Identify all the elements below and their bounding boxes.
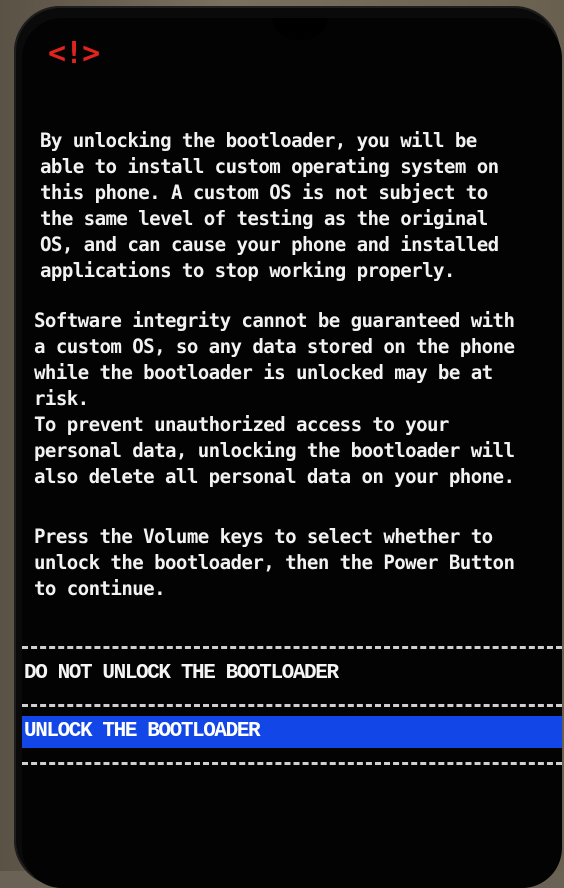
option-do-not-unlock[interactable]: DO NOT UNLOCK THE BOOTLOADER (22, 658, 562, 690)
divider (22, 646, 562, 649)
integrity-paragraph: Software integrity cannot be guaranteed … (34, 308, 544, 412)
text-line: while the bootloader is unlocked may be … (34, 361, 493, 384)
text-line: Press the Volume keys to select whether … (34, 525, 493, 548)
intro-paragraph: By unlocking the bootloader, you will be… (40, 128, 550, 284)
text-line: To prevent unauthorized access to your (34, 413, 449, 436)
text-line: By unlocking the bootloader, you will be (40, 129, 477, 152)
text-line: personal data, unlocking the bootloader … (34, 439, 515, 462)
divider (22, 762, 562, 765)
text-line: also delete all personal data on your ph… (34, 465, 515, 488)
instructions-paragraph: Press the Volume keys to select whether … (34, 524, 544, 602)
text-line: unlock the bootloader, then the Power Bu… (34, 551, 515, 574)
phone-body: <!> By unlocking the bootloader, you wil… (14, 6, 562, 888)
divider (22, 704, 562, 707)
text-line: able to install custom operating system … (40, 155, 499, 178)
text-line: Software integrity cannot be guaranteed … (34, 309, 515, 332)
text-line: a custom OS, so any data stored on the p… (34, 335, 515, 358)
text-line: applications to stop working properly. (40, 259, 455, 282)
bootloader-screen: <!> By unlocking the bootloader, you wil… (22, 18, 562, 888)
warning-icon: <!> (48, 36, 100, 71)
text-line: to continue. (34, 577, 166, 600)
text-line: OS, and can cause your phone and install… (40, 233, 499, 256)
text-line: this phone. A custom OS is not subject t… (40, 181, 488, 204)
option-unlock[interactable]: UNLOCK THE BOOTLOADER (22, 716, 562, 748)
data-delete-paragraph: To prevent unauthorized access to your p… (34, 412, 544, 490)
text-line: risk. (34, 387, 89, 410)
text-line: the same level of testing as the origina… (40, 207, 488, 230)
camera-notch (272, 18, 328, 40)
